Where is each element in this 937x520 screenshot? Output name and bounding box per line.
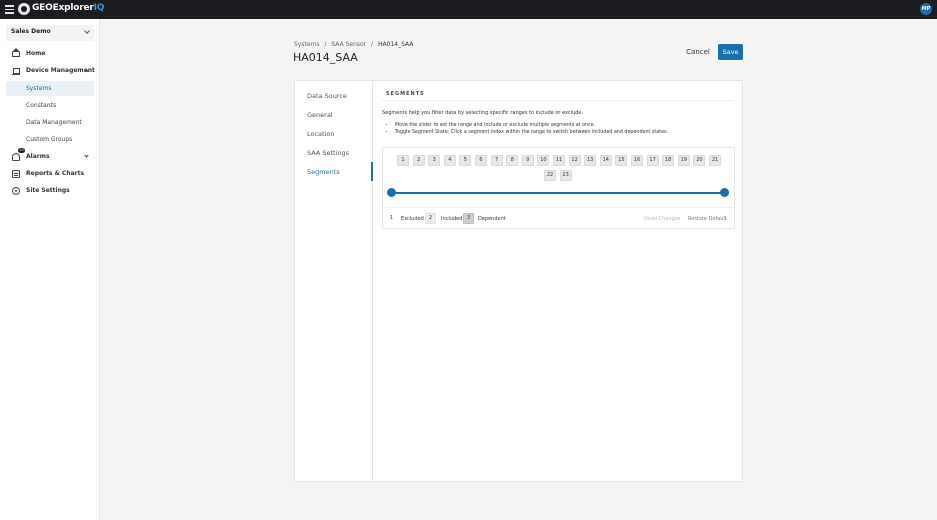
- segment-index-button[interactable]: 15: [615, 155, 628, 166]
- tab-data-source[interactable]: Data Source: [307, 92, 347, 100]
- segment-index-button[interactable]: 18: [662, 155, 675, 166]
- restore-default-button[interactable]: Restore Default: [688, 216, 727, 222]
- segments-instructions: Move the slider to set the range and inc…: [388, 123, 668, 136]
- segment-index-button[interactable]: 3: [428, 155, 441, 166]
- chevron-down-icon: [84, 28, 90, 34]
- breadcrumb-current: HA014_SAA: [378, 41, 414, 48]
- sidebar-item-label: Reports & Charts: [26, 170, 85, 177]
- tab-general[interactable]: General: [307, 111, 333, 119]
- divider: [382, 100, 734, 101]
- legend-included-swatch: 2: [425, 213, 436, 224]
- sidebar-item-label: Systems: [26, 85, 52, 92]
- org-select-value: Sales Demo: [11, 28, 51, 35]
- sidebar-item-home[interactable]: Home: [6, 46, 94, 62]
- range-slider-start-handle[interactable]: [387, 188, 396, 197]
- sidebar-item-constants[interactable]: Constants: [6, 98, 94, 113]
- sidebar-item-device-management[interactable]: Device Management: [6, 63, 95, 79]
- sidebar-item-label: Home: [26, 50, 46, 57]
- segment-index-button[interactable]: 17: [646, 155, 659, 166]
- segment-index-button[interactable]: 7: [490, 155, 503, 166]
- sidebar-item-label: Site Settings: [26, 187, 70, 194]
- chevron-down-icon: [84, 153, 89, 158]
- gear-icon: [12, 187, 20, 195]
- device-icon: [12, 67, 20, 75]
- legend-included-label: Included: [441, 216, 463, 222]
- settings-tabs: Data Source General Location SAA Setting…: [295, 81, 373, 481]
- legend-excluded-swatch: 1: [389, 215, 394, 221]
- page-title: HA014_SAA: [293, 51, 358, 64]
- segment-index-button[interactable]: 21: [709, 155, 721, 166]
- top-bar: GEOExplorerIQ MP: [0, 0, 937, 19]
- brand-suffix: IQ: [93, 3, 105, 13]
- tab-location[interactable]: Location: [307, 130, 335, 138]
- tab-saa-settings[interactable]: SAA Settings: [307, 149, 349, 157]
- sidebar-item-label: Data Management: [26, 119, 82, 126]
- sidebar-item-label: Alarms: [26, 153, 50, 160]
- tab-segments[interactable]: Segments: [307, 168, 340, 176]
- org-select[interactable]: Sales Demo: [6, 25, 94, 41]
- segment-index-button[interactable]: 13: [584, 155, 597, 166]
- segment-index-button[interactable]: 5: [459, 155, 472, 166]
- segment-index-button[interactable]: 20: [693, 155, 706, 166]
- instruction-item: Toggle Segment State: Click a segment in…: [395, 130, 668, 135]
- segment-index-button[interactable]: 4: [443, 155, 456, 166]
- home-icon: [12, 48, 20, 57]
- segment-index-button[interactable]: 22: [544, 170, 556, 181]
- segment-index-button[interactable]: 14: [599, 155, 612, 166]
- alarm-count-badge: 10: [18, 148, 25, 153]
- sidebar-item-label: Custom Groups: [26, 136, 73, 143]
- brand-name: GEOExplorerIQ: [32, 3, 104, 13]
- cancel-button[interactable]: Cancel: [682, 45, 714, 59]
- instruction-item: Move the slider to set the range and inc…: [395, 123, 668, 128]
- legend-excluded-label: Excluded: [401, 216, 424, 222]
- sidebar-item-reports[interactable]: Reports & Charts: [6, 166, 94, 182]
- range-slider-end-handle[interactable]: [720, 188, 729, 197]
- segment-index-button[interactable]: 23: [559, 170, 572, 181]
- sidebar-item-site-settings[interactable]: Site Settings: [6, 183, 94, 199]
- segment-index-button[interactable]: 9: [521, 155, 534, 166]
- breadcrumb-separator: /: [371, 41, 374, 48]
- sidebar-item-custom-groups[interactable]: Custom Groups: [6, 132, 94, 147]
- segment-index-button[interactable]: 10: [537, 155, 550, 166]
- bell-icon: [12, 153, 20, 161]
- segment-index-button[interactable]: 19: [677, 155, 690, 166]
- section-title: SEGMENTS: [386, 91, 425, 97]
- segment-index-button[interactable]: 1: [397, 155, 409, 166]
- segment-selector: 1 2 3 4 5 6 7 8 9 10 11 12 13 14 15 16 17 18 19 20 21 22 23 1 …: [382, 147, 735, 229]
- report-icon: [12, 170, 20, 178]
- sidebar-item-systems[interactable]: Systems: [6, 81, 94, 96]
- brand-main: GEOExplorer: [32, 3, 94, 13]
- legend-dependent-swatch: 3: [463, 213, 474, 224]
- breadcrumb-separator: /: [324, 41, 327, 48]
- legend-dependent-label: Dependent: [478, 216, 506, 222]
- sidebar-item-alarms[interactable]: 10 Alarms: [6, 148, 94, 165]
- segment-index-button[interactable]: 11: [553, 155, 565, 166]
- menu-icon[interactable]: [5, 5, 14, 14]
- sidebar-item-data-management[interactable]: Data Management: [6, 115, 94, 130]
- logo-icon: [18, 3, 30, 15]
- active-tab-indicator: [371, 162, 373, 181]
- segment-index-button[interactable]: 2: [412, 155, 425, 166]
- range-slider-track[interactable]: [391, 192, 725, 194]
- breadcrumb-saa-sensor[interactable]: SAA Sensor: [331, 41, 366, 48]
- segments-description: Segments help you filter data by selecti…: [382, 110, 584, 116]
- settings-panel: Data Source General Location SAA Setting…: [294, 80, 743, 482]
- save-button[interactable]: Save: [718, 44, 743, 60]
- sidebar-item-label: Constants: [26, 102, 57, 109]
- segment-index-button[interactable]: 6: [475, 155, 487, 166]
- undo-changes-button[interactable]: Undo Changes: [644, 216, 680, 222]
- breadcrumb: Systems / SAA Sensor / HA014_SAA: [294, 41, 416, 48]
- breadcrumb-systems[interactable]: Systems: [294, 41, 320, 48]
- segment-index-button[interactable]: 12: [568, 155, 581, 166]
- segment-index-button[interactable]: 8: [506, 155, 519, 166]
- sidebar: Sales Demo Home Device Management System…: [0, 19, 100, 520]
- avatar[interactable]: MP: [920, 3, 932, 15]
- segment-index-button[interactable]: 16: [631, 155, 643, 166]
- divider: [383, 207, 734, 208]
